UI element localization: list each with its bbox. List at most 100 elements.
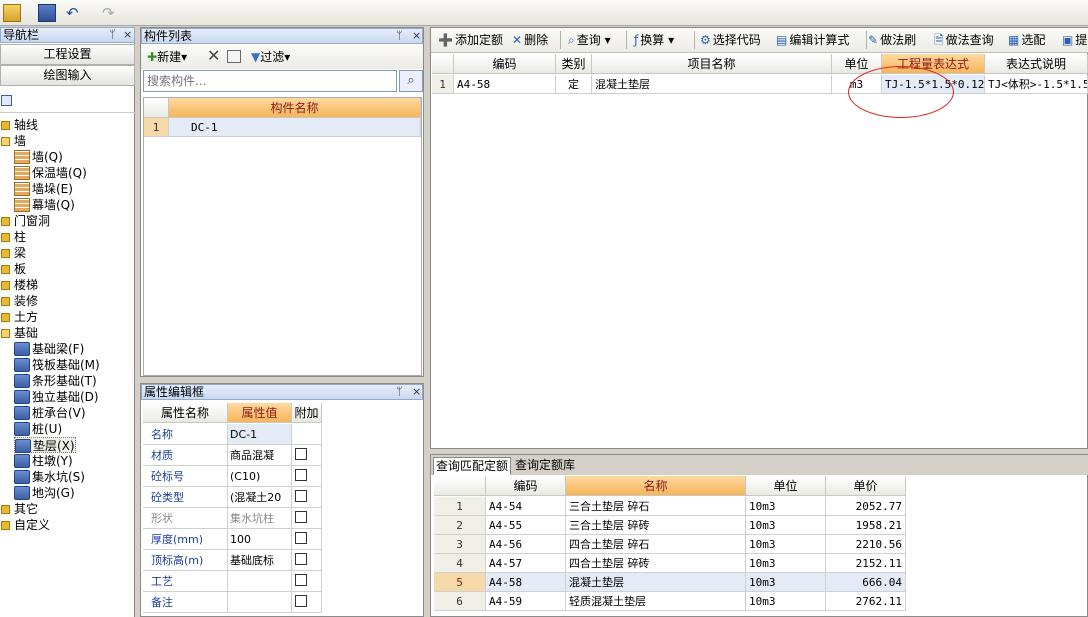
undo-icon[interactable]: ↶ — [66, 4, 84, 22]
tree-item[interactable]: 桩承台(V) — [14, 405, 86, 421]
tree-item[interactable]: 筏板基础(M) — [14, 357, 100, 373]
match-cell-unit[interactable]: 10m3 — [746, 516, 826, 535]
match-cell-price[interactable]: 2210.56 — [826, 535, 906, 554]
quota-cell-code[interactable]: A4-58 — [454, 75, 556, 94]
checkbox[interactable] — [295, 469, 307, 481]
tree-item[interactable]: 墙垛(E) — [14, 181, 73, 197]
match-cell-name[interactable]: 三合土垫层 碎砖 — [566, 516, 746, 535]
tree-item[interactable]: 自定义 — [1, 517, 50, 533]
match-cell-unit[interactable]: 10m3 — [746, 535, 826, 554]
match-cell-code[interactable]: A4-56 — [486, 535, 566, 554]
tree-item[interactable]: 独立基础(D) — [14, 389, 99, 405]
tab-match-quota[interactable]: 查询匹配定额 — [433, 457, 512, 475]
property-value[interactable]: (C10) — [228, 466, 292, 487]
property-value[interactable]: 商品混凝 — [228, 445, 292, 466]
tree-item[interactable]: 保温墙(Q) — [14, 165, 87, 181]
tree-item[interactable]: 墙 — [1, 133, 26, 149]
query-button[interactable]: ⌕ 查询 ▾ — [568, 31, 611, 49]
tree-item[interactable]: 柱 — [1, 229, 26, 245]
match-cell-unit[interactable]: 10m3 — [746, 497, 826, 516]
match-cell-code[interactable]: A4-59 — [486, 592, 566, 611]
property-value[interactable]: (混凝土20 — [228, 487, 292, 508]
tree-item[interactable]: 板 — [1, 261, 26, 277]
search-icon[interactable]: ⌕ — [399, 70, 423, 92]
brush-button[interactable]: ✎ 做法刷 — [868, 31, 916, 49]
collapse-icon[interactable] — [1, 95, 12, 106]
pin-icon[interactable]: ᛘ — [396, 385, 403, 399]
match-cell-name[interactable]: 混凝土垫层 — [566, 573, 746, 592]
property-value[interactable]: 基础底标 — [228, 550, 292, 571]
tree-item[interactable]: 轴线 — [1, 117, 38, 133]
tree-item[interactable]: 其它 — [1, 501, 38, 517]
extract-button[interactable]: ▣ 提 — [1062, 31, 1087, 49]
match-cell-price[interactable]: 1958.21 — [826, 516, 906, 535]
match-cell-code[interactable]: A4-58 — [486, 573, 566, 592]
query-method-button[interactable]: 🗎 做法查询 — [934, 31, 994, 49]
tree-item[interactable]: 梁 — [1, 245, 26, 261]
match-cell-code[interactable]: A4-57 — [486, 554, 566, 573]
search-input[interactable] — [143, 70, 397, 92]
delete-button[interactable]: ✕ 删除 — [512, 31, 548, 49]
select-code-button[interactable]: ⚙ 选择代码 — [700, 31, 761, 49]
tree-item[interactable]: 基础 — [1, 325, 38, 341]
match-cell-price[interactable]: 2052.77 — [826, 497, 906, 516]
tree-item[interactable]: 装修 — [1, 293, 38, 309]
checkbox[interactable] — [295, 448, 307, 460]
close-icon[interactable]: × — [412, 29, 421, 43]
pin-icon[interactable]: ᛘ — [109, 28, 116, 42]
edit-formula-button[interactable]: ▤ 编辑计算式 — [776, 31, 849, 49]
property-value[interactable]: 集水坑柱 — [228, 508, 292, 529]
match-cell-unit[interactable]: 10m3 — [746, 573, 826, 592]
tree-item[interactable]: 墙(Q) — [14, 149, 63, 165]
property-value[interactable] — [228, 592, 292, 613]
match-button[interactable]: ▦ 选配 — [1008, 31, 1045, 49]
save-icon[interactable] — [38, 4, 56, 22]
property-value[interactable] — [228, 571, 292, 592]
project-settings-button[interactable]: 工程设置 — [0, 44, 135, 65]
match-cell-name[interactable]: 三合土垫层 碎石 — [566, 497, 746, 516]
delete-icon[interactable]: ✕ — [207, 46, 220, 65]
match-cell-price[interactable]: 2762.11 — [826, 592, 906, 611]
match-cell-price[interactable]: 666.04 — [826, 573, 906, 592]
checkbox[interactable] — [295, 553, 307, 565]
tree-item[interactable]: 柱墩(Y) — [14, 453, 73, 469]
pin-icon[interactable]: ᛘ — [396, 29, 403, 43]
tree-item[interactable]: 垫层(X) — [14, 437, 76, 453]
tree-item[interactable]: 基础梁(F) — [14, 341, 84, 357]
add-quota-button[interactable]: ➕ 添加定额 — [438, 31, 503, 49]
checkbox[interactable] — [295, 574, 307, 586]
match-cell-name[interactable]: 四合土垫层 碎石 — [566, 535, 746, 554]
tree-item[interactable]: 桩(U) — [14, 421, 62, 437]
open-folder-icon[interactable] — [3, 4, 21, 22]
tree-item[interactable]: 集水坑(S) — [14, 469, 85, 485]
quota-cell-desc[interactable]: TJ<体积>-1.5*1.5* — [985, 75, 1088, 94]
tree-item[interactable]: 土方 — [1, 309, 38, 325]
new-button[interactable]: ✚新建▾ — [147, 48, 187, 65]
tree-item[interactable]: 条形基础(T) — [14, 373, 97, 389]
checkbox[interactable] — [295, 532, 307, 544]
property-value[interactable]: DC-1 — [228, 424, 292, 445]
match-cell-code[interactable]: A4-54 — [486, 497, 566, 516]
quota-cell-type[interactable]: 定 — [556, 75, 592, 94]
component-row-name[interactable]: DC-1 — [169, 118, 421, 137]
match-cell-code[interactable]: A4-55 — [486, 516, 566, 535]
close-icon[interactable]: × — [412, 385, 421, 399]
match-cell-price[interactable]: 2152.11 — [826, 554, 906, 573]
quota-cell-name[interactable]: 混凝土垫层 — [592, 75, 832, 94]
drawing-input-button[interactable]: 绘图输入 — [0, 65, 135, 86]
copy-icon[interactable] — [227, 50, 241, 63]
match-cell-name[interactable]: 轻质混凝土垫层 — [566, 592, 746, 611]
convert-button[interactable]: ƒ 换算 ▾ — [634, 31, 674, 49]
match-cell-name[interactable]: 四合土垫层 碎砖 — [566, 554, 746, 573]
checkbox[interactable] — [295, 511, 307, 523]
match-cell-unit[interactable]: 10m3 — [746, 592, 826, 611]
close-icon[interactable]: × — [123, 28, 132, 42]
tree-item[interactable]: 楼梯 — [1, 277, 38, 293]
checkbox[interactable] — [295, 595, 307, 607]
match-cell-unit[interactable]: 10m3 — [746, 554, 826, 573]
redo-icon[interactable]: ↷ — [102, 4, 120, 22]
tree-item[interactable]: 门窗洞 — [1, 213, 50, 229]
tree-item[interactable]: 地沟(G) — [14, 485, 75, 501]
filter-button[interactable]: ▼过滤▾ — [251, 48, 290, 65]
tab-quota-library[interactable]: 查询定额库 — [513, 457, 577, 474]
